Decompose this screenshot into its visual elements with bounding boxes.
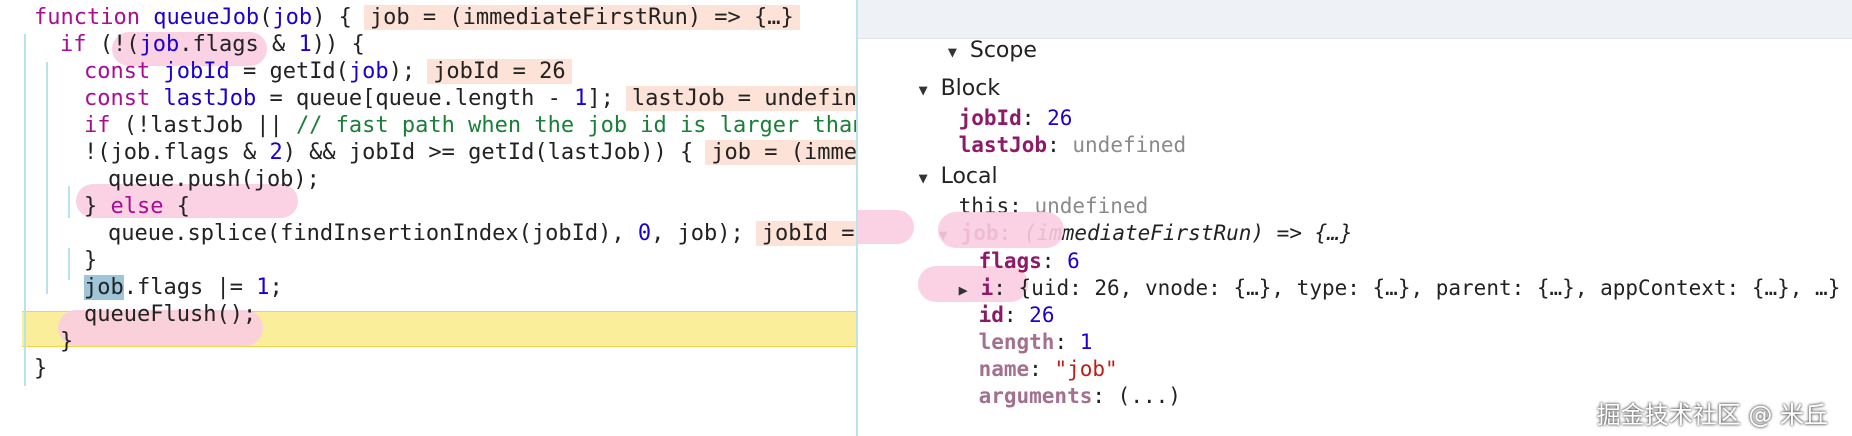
local-scope-row[interactable]: ▼ Local bbox=[868, 128, 998, 189]
code-token: = queue[queue.length - bbox=[256, 86, 575, 111]
indent-guide bbox=[68, 186, 70, 218]
code-token: { bbox=[163, 194, 190, 219]
code-line: queueFlush(); bbox=[84, 299, 256, 330]
inline-value-preview: job = (immediateFirstRun) => {…} bbox=[363, 5, 800, 30]
code-token: 2 bbox=[269, 140, 283, 165]
code-token: const bbox=[84, 59, 164, 84]
code-token: queueJob bbox=[153, 5, 260, 30]
code-line: } bbox=[60, 326, 73, 357]
code-token: ; bbox=[269, 275, 283, 300]
code-token: job bbox=[84, 275, 124, 300]
scope-panel: ▼ Scope ▼ Block jobId: 26 lastJob: undefin… bbox=[858, 0, 1852, 436]
inline-value-preview: jobId = 26 bbox=[755, 221, 856, 246]
indent-guide bbox=[68, 248, 70, 280]
watermark: 掘金技术社区 @ 米丘 bbox=[1596, 401, 1828, 429]
code-token: queueFlush(); bbox=[84, 302, 257, 327]
code-token: if bbox=[84, 113, 111, 138]
code-token: ) && jobId >= getId(lastJob)) { bbox=[282, 140, 694, 165]
code-token: ); bbox=[388, 59, 416, 84]
code-token: // fast path when the job id is larger t… bbox=[295, 113, 856, 138]
code-token: 1 bbox=[574, 86, 588, 111]
code-line: } bbox=[34, 353, 47, 384]
inline-value-preview: job = (immediateFirstRun) => {…} bbox=[705, 140, 856, 165]
code-token: (!lastJob || bbox=[110, 113, 296, 138]
prop-arguments[interactable]: arguments: (...) bbox=[928, 348, 1181, 408]
var-lastJob[interactable]: lastJob: undefined bbox=[908, 97, 1187, 157]
code-token: job bbox=[139, 32, 180, 57]
block-scope-row[interactable]: ▼ Block bbox=[868, 40, 1001, 101]
code-token: queue.push(job); bbox=[108, 167, 320, 192]
code-token: 0 bbox=[637, 221, 652, 246]
scope-header[interactable]: ▼ Scope bbox=[858, 0, 1852, 63]
code-token: 1 bbox=[298, 32, 312, 57]
code-token: } bbox=[84, 194, 111, 219]
code-token: ( bbox=[259, 5, 273, 30]
indent-guide bbox=[24, 34, 26, 386]
code-token: job bbox=[272, 5, 313, 30]
code-token: const bbox=[84, 86, 164, 111]
inline-value-preview: jobId = 26 bbox=[427, 59, 572, 84]
code-token: jobId bbox=[163, 59, 230, 84]
code-line: queue.splice(findInsertionIndex(jobId), … bbox=[108, 218, 856, 249]
code-token: (!( bbox=[86, 32, 140, 57]
code-token: .flags & bbox=[179, 32, 299, 57]
indent-guide bbox=[46, 62, 48, 294]
code-token: if bbox=[60, 32, 87, 57]
code-token: queue.splice(findInsertionIndex(jobId), bbox=[108, 221, 638, 246]
code-token: )) { bbox=[311, 32, 365, 57]
code-token: !(job.flags & bbox=[84, 140, 270, 165]
code-token: } bbox=[84, 248, 98, 273]
code-token: lastJob bbox=[163, 86, 257, 111]
code-token: ]; bbox=[587, 86, 614, 111]
code-token: } bbox=[60, 329, 74, 354]
code-token: = getId( bbox=[229, 59, 349, 84]
inline-value-preview: lastJob = undefined bbox=[625, 86, 856, 111]
code-token: } bbox=[34, 356, 48, 381]
code-editor: function queueJob(job) {job = (immediate… bbox=[0, 0, 856, 436]
code-token: else bbox=[110, 194, 164, 219]
code-token: function bbox=[34, 5, 154, 30]
code-token: 1 bbox=[256, 275, 270, 300]
code-token: , job); bbox=[651, 221, 744, 246]
code-token: job bbox=[348, 59, 389, 84]
code-token: ) { bbox=[312, 5, 352, 30]
code-token: .flags |= bbox=[123, 275, 257, 300]
